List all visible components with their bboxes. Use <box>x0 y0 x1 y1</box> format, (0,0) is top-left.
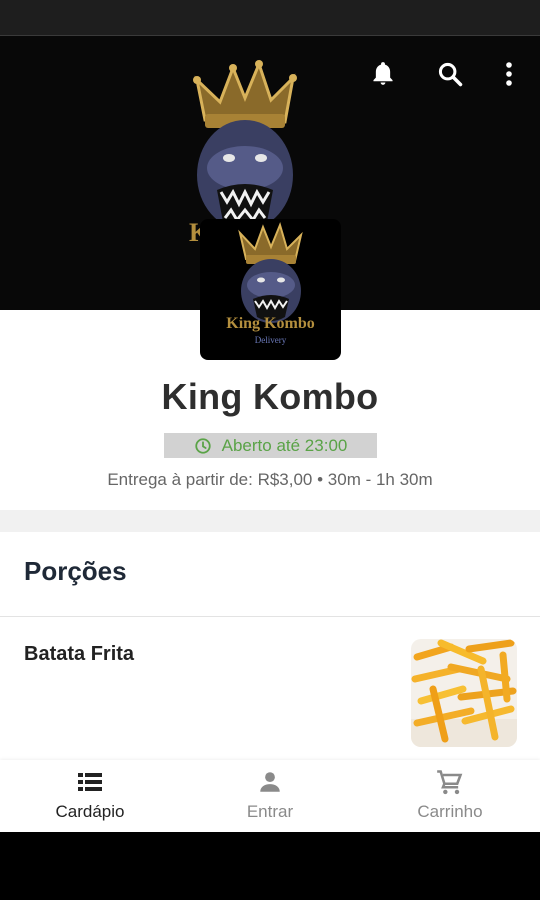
clock-icon <box>194 437 211 454</box>
product-item[interactable]: Batata Frita <box>0 617 540 760</box>
store-name: King Kombo <box>161 376 379 417</box>
open-status-text: Aberto até 23:00 <box>221 435 348 455</box>
nav-item-carrinho[interactable]: Carrinho <box>360 760 540 832</box>
more-vertical-icon <box>506 62 512 86</box>
store-logo: King Kombo Delivery <box>200 219 341 360</box>
product-name: Batata Frita <box>24 643 135 665</box>
nav-label: Cardápio <box>55 802 125 821</box>
bottom-navigation: Cardápio Entrar Carrinho <box>0 760 540 832</box>
nav-item-cardapio[interactable]: Cardápio <box>0 760 180 832</box>
section-separator <box>0 510 540 532</box>
search-icon <box>438 62 463 87</box>
store-logo-subtext: Delivery <box>254 335 287 345</box>
menu-section-title: Porções <box>24 556 127 586</box>
cart-icon <box>437 770 463 795</box>
system-nav-bar <box>0 832 540 900</box>
nav-label: Entrar <box>246 802 294 821</box>
status-bar <box>0 0 540 36</box>
nav-item-entrar[interactable]: Entrar <box>180 760 360 832</box>
store-logo-text: King Kombo <box>226 315 315 332</box>
menu-list-icon <box>78 773 102 791</box>
bell-icon <box>373 62 393 85</box>
nav-label: Carrinho <box>417 802 483 821</box>
person-icon <box>260 772 280 792</box>
more-options-button[interactable] <box>491 56 527 92</box>
open-status-badge: Aberto até 23:00 <box>164 433 377 458</box>
delivery-info: Entrega à partir de: R$3,00 • 30m - 1h 3… <box>107 470 433 489</box>
notification-bell-button[interactable] <box>365 56 401 92</box>
product-image-french-fries <box>411 639 517 747</box>
search-button[interactable] <box>432 56 468 92</box>
